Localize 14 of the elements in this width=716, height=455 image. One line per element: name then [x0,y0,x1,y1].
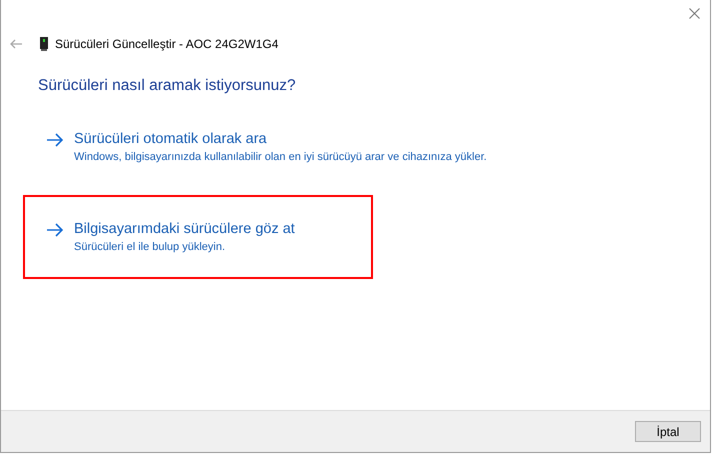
arrow-right-icon [47,133,64,148]
window-title: Sürücüleri Güncelleştir - AOC 24G2W1G4 [55,36,278,53]
option-link[interactable]: Bilgisayarımdaki sürücülere göz at Sürücüleri el ile bulup yükleyin. [47,219,371,256]
arrow-right-icon [47,223,64,238]
monitor-icon [40,37,48,51]
close-icon[interactable] [689,8,700,19]
option-description: Windows, bilgisayarınızda kullanılabilir olan en iyi sürücüyü arar ve cihazınıza yükler. [74,150,488,166]
cancel-button[interactable]: İptal [635,421,701,442]
back-arrow-icon[interactable] [10,39,22,49]
option-description: Sürücüleri el ile bulup yükleyin. [74,240,226,256]
option-title: Sürücüleri otomatik olarak ara [74,130,268,150]
option-title: Bilgisayarımdaki sürücülere göz at [74,220,296,240]
option-link[interactable]: Sürücüleri otomatik olarak ara Windows, bilgisayarınızda kullanılabilir olan en iyi sürücüyü arar ve cihazınıza yükler. [47,129,491,166]
dialog-heading: Sürücüleri nasıl aramak istiyorsunuz? [38,76,297,96]
